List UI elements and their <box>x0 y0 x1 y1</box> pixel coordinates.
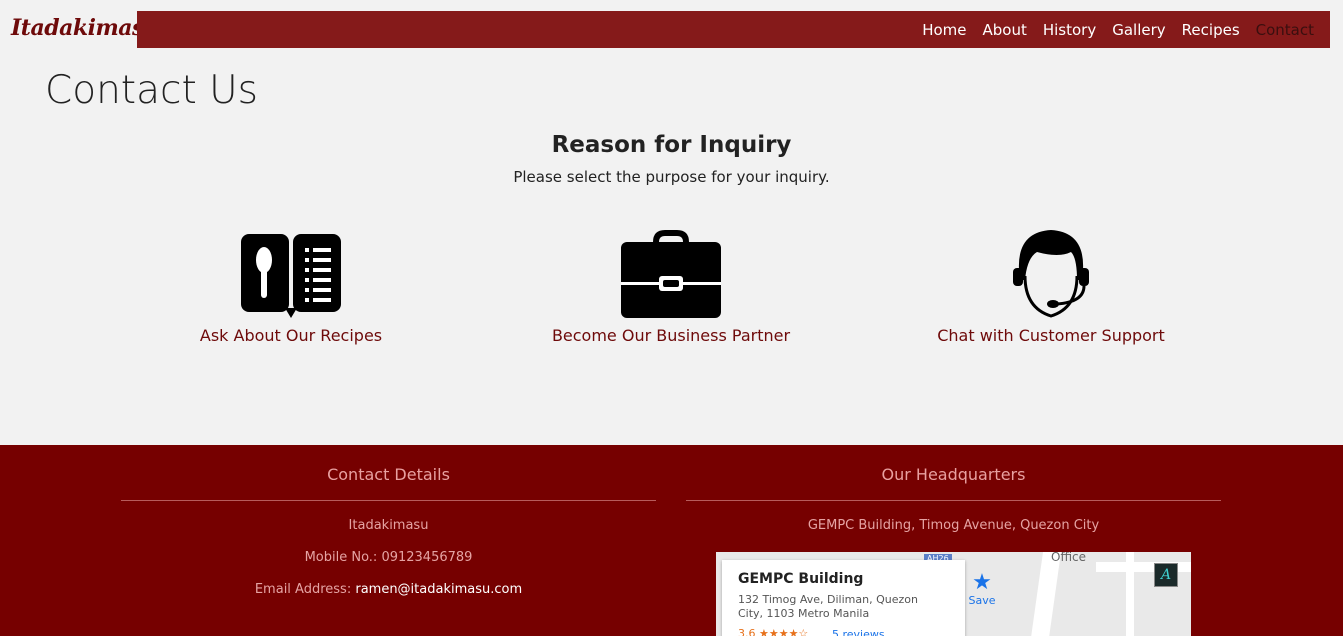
option-recipes[interactable]: Ask About Our Recipes <box>141 228 441 345</box>
nav-link-contact[interactable]: Contact <box>1248 21 1322 39</box>
contact-details-heading: Contact Details <box>327 465 450 484</box>
mobile-value: 09123456789 <box>381 550 473 565</box>
map-reviews-link[interactable]: 5 reviews <box>832 628 885 636</box>
star-icon: ★ <box>972 570 992 595</box>
headquarters-heading: Our Headquarters <box>881 465 1026 484</box>
email-address: Email Address: ramen@itadakimasu.com <box>121 582 656 597</box>
section-title: Reason for Inquiry <box>551 132 792 158</box>
embedded-map[interactable]: AH26 Office A GEMPC Building 132 Timog A… <box>716 552 1191 636</box>
email-label: Email Address: <box>254 582 352 597</box>
nav-link-history[interactable]: History <box>1035 21 1104 39</box>
option-recipes-label[interactable]: Ask About Our Recipes <box>141 326 441 345</box>
nav-link-home[interactable]: Home <box>914 21 974 39</box>
nav-link-gallery[interactable]: Gallery <box>1104 21 1173 39</box>
map-office-label: Office <box>1051 552 1087 564</box>
recipe-book-icon <box>241 234 341 318</box>
customer-support-headset-icon <box>1013 230 1089 318</box>
navbar: Itadakimasu Home About History Gallery R… <box>0 11 1330 48</box>
divider <box>686 500 1221 501</box>
nav-link-recipes[interactable]: Recipes <box>1174 21 1248 39</box>
option-customer-support[interactable]: Chat with Customer Support <box>901 228 1201 345</box>
option-customer-support-label[interactable]: Chat with Customer Support <box>901 326 1201 345</box>
briefcase-icon <box>621 230 721 318</box>
option-business-partner-label[interactable]: Become Our Business Partner <box>521 326 821 345</box>
nav-link-about[interactable]: About <box>975 21 1035 39</box>
map-place-name[interactable]: GEMPC Building <box>738 571 863 587</box>
brand-area: Itadakimasu <box>0 11 160 48</box>
company-name: Itadakimasu <box>348 518 429 533</box>
map-road <box>1126 552 1134 636</box>
mobile-label: Mobile No.: <box>304 550 378 565</box>
map-road <box>1028 552 1062 636</box>
headquarters-column: Our Headquarters GEMPC Building, Timog A… <box>686 445 1221 533</box>
contact-details-column: Contact Details Itadakimasu Mobile No.: … <box>121 445 656 597</box>
mobile-number: Mobile No.: 09123456789 <box>121 550 656 565</box>
option-business-partner[interactable]: Become Our Business Partner <box>521 228 821 345</box>
map-place-logo-icon[interactable]: A <box>1154 563 1178 587</box>
divider <box>121 500 656 501</box>
nav-links: Home About History Gallery Recipes Conta… <box>914 11 1322 48</box>
map-place-card: GEMPC Building 132 Timog Ave, Diliman, Q… <box>722 560 996 636</box>
email-link[interactable]: ramen@itadakimasu.com <box>355 582 522 597</box>
map-save-label: Save <box>968 594 996 607</box>
map-place-address: 132 Timog Ave, Diliman, Quezon City, 110… <box>738 593 918 620</box>
section-subtitle: Please select the purpose for your inqui… <box>513 168 830 186</box>
headquarters-address: GEMPC Building, Timog Avenue, Quezon Cit… <box>807 518 1100 533</box>
page-title: Contact Us <box>45 68 258 113</box>
map-rating: 3.6 ★★★★☆ <box>738 627 809 636</box>
map-save-button[interactable]: ★ Save <box>962 570 1002 608</box>
